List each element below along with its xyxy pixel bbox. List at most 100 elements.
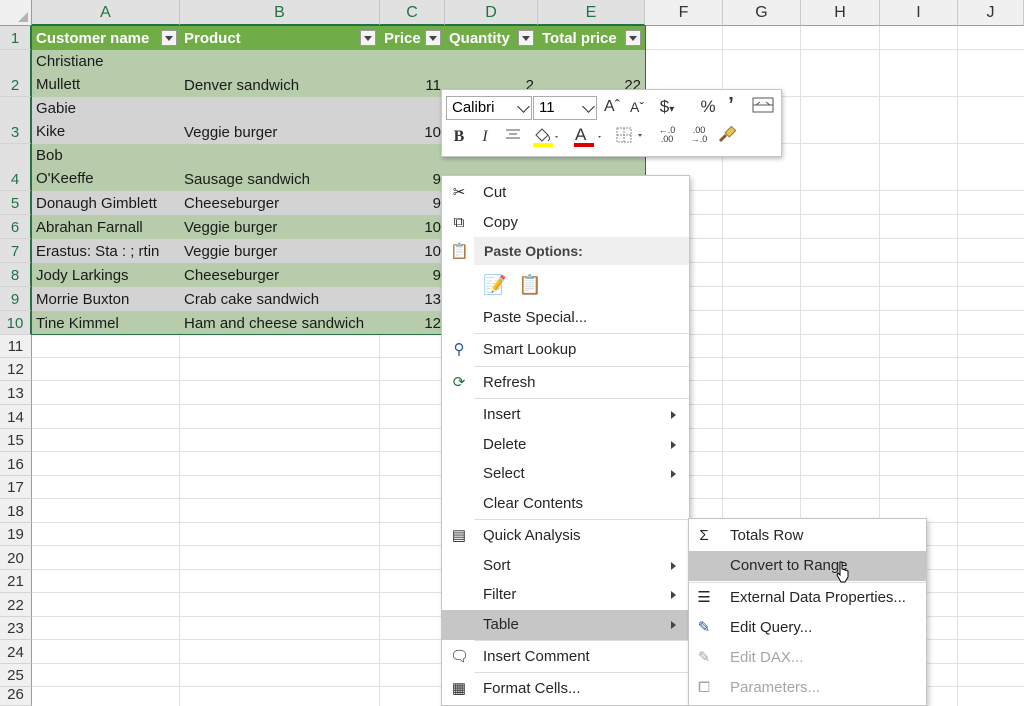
cell-product[interactable]: Veggie burger — [180, 215, 380, 239]
menu-item-table[interactable]: Table — [442, 610, 689, 640]
font-name-box[interactable]: Calibri — [446, 96, 532, 120]
column-header-b[interactable]: B — [180, 0, 380, 26]
menu-item-quick-analysis[interactable]: ▤ Quick Analysis — [442, 521, 689, 551]
row-header-21[interactable]: 21 — [0, 570, 32, 593]
cell-price[interactable]: 11 — [380, 50, 445, 97]
cell-customer-name[interactable]: Morrie Buxton — [32, 287, 180, 311]
cell-price[interactable]: 10 — [380, 239, 445, 263]
paste-values-icon[interactable]: 📋 — [518, 273, 542, 297]
row-header-26[interactable]: 26 — [0, 686, 32, 706]
menu-item-format-cells[interactable]: ▦ Format Cells... — [442, 674, 689, 704]
row-header-3[interactable]: 3 — [0, 97, 32, 144]
currency-format-button[interactable]: $▾ — [654, 96, 680, 121]
comma-style-button[interactable]: ’ — [724, 94, 738, 116]
menu-item-sort[interactable]: Sort — [442, 551, 689, 581]
select-all-corner[interactable] — [0, 0, 32, 26]
increase-decimal-button[interactable]: ←.0 .00 — [654, 126, 680, 144]
menu-item-clear-contents[interactable]: Clear Contents — [442, 489, 689, 519]
row-header-7[interactable]: 7 — [0, 239, 32, 263]
filter-dropdown-button[interactable] — [425, 30, 441, 46]
menu-item-insert[interactable]: Insert — [442, 400, 689, 430]
menu-item-cut[interactable]: ✂ Cut — [442, 178, 689, 208]
format-painter-button[interactable] — [716, 125, 738, 151]
align-center-button[interactable] — [502, 126, 524, 149]
cell-product[interactable]: Sausage sandwich — [180, 144, 380, 191]
font-color-button[interactable]: A — [573, 124, 605, 155]
row-header-24[interactable]: 24 — [0, 640, 32, 664]
submenu-item-external-data-properties[interactable]: ☰ External Data Properties... — [689, 583, 926, 613]
row-header-10[interactable]: 10 — [0, 311, 32, 335]
cell-product[interactable]: Veggie burger — [180, 239, 380, 263]
cell-price[interactable]: 13 — [380, 287, 445, 311]
menu-item-copy[interactable]: ⧉ Copy — [442, 208, 689, 238]
menu-item-smart-lookup[interactable]: ⚲ Smart Lookup — [442, 335, 689, 365]
bold-button[interactable]: B — [450, 126, 468, 148]
cell-customer-name[interactable]: Abrahan Farnall — [32, 215, 180, 239]
menu-item-select[interactable]: Select — [442, 459, 689, 489]
row-header-18[interactable]: 18 — [0, 499, 32, 523]
row-header-5[interactable]: 5 — [0, 191, 32, 215]
row-header-14[interactable]: 14 — [0, 405, 32, 429]
row-header-25[interactable]: 25 — [0, 664, 32, 687]
cell-customer-name[interactable]: Tine Kimmel — [32, 311, 180, 335]
column-header-j[interactable]: J — [958, 0, 1024, 26]
row-header-16[interactable]: 16 — [0, 452, 32, 476]
cell-customer-name[interactable]: Erastus: Sta : ; rtin — [32, 239, 180, 263]
menu-item-insert-comment[interactable]: 🗨 Insert Comment — [442, 642, 689, 672]
row-header-6[interactable]: 6 — [0, 215, 32, 239]
row-header-13[interactable]: 13 — [0, 381, 32, 405]
filter-dropdown-button[interactable] — [360, 30, 376, 46]
cell-price[interactable]: 9 — [380, 263, 445, 287]
submenu-item-edit-query[interactable]: ✎ Edit Query... — [689, 613, 926, 643]
cell-customer-name[interactable]: Bob O'Keeffe — [32, 144, 180, 191]
shrink-font-button[interactable]: Aˇ — [628, 96, 646, 118]
row-header-9[interactable]: 9 — [0, 287, 32, 311]
column-header-f[interactable]: F — [645, 0, 723, 26]
cell-product[interactable]: Veggie burger — [180, 97, 380, 144]
row-header-22[interactable]: 22 — [0, 593, 32, 617]
filter-dropdown-button[interactable] — [161, 30, 177, 46]
submenu-item-totals-row[interactable]: Σ Totals Row — [689, 521, 926, 551]
decrease-decimal-button[interactable]: .00 →.0 — [686, 126, 712, 144]
row-header-15[interactable]: 15 — [0, 429, 32, 452]
font-size-box[interactable]: 11 — [533, 96, 597, 120]
paste-keep-formatting-icon[interactable]: 📝 — [483, 273, 507, 297]
filter-dropdown-button[interactable] — [625, 30, 641, 46]
column-header-a[interactable]: A — [32, 0, 180, 26]
row-header-8[interactable]: 8 — [0, 263, 32, 287]
column-header-c[interactable]: C — [380, 0, 445, 26]
menu-item-paste-special[interactable]: Paste Special... — [442, 303, 689, 333]
percent-style-button[interactable]: % — [698, 96, 718, 118]
filter-dropdown-button[interactable] — [518, 30, 534, 46]
cell-customer-name[interactable]: Donaugh Gimblett — [32, 191, 180, 215]
cell-product[interactable]: Cheeseburger — [180, 263, 380, 287]
row-header-2[interactable]: 2 — [0, 50, 32, 97]
row-header-11[interactable]: 11 — [0, 335, 32, 358]
menu-item-filter[interactable]: Filter — [442, 580, 689, 610]
cell-price[interactable]: 12 — [380, 311, 445, 335]
column-header-i[interactable]: I — [880, 0, 958, 26]
merge-center-button[interactable] — [751, 96, 775, 121]
row-header-20[interactable]: 20 — [0, 546, 32, 570]
row-header-23[interactable]: 23 — [0, 617, 32, 640]
row-header-4[interactable]: 4 — [0, 144, 32, 191]
row-header-17[interactable]: 17 — [0, 476, 32, 499]
row-header-12[interactable]: 12 — [0, 358, 32, 381]
column-header-h[interactable]: H — [801, 0, 880, 26]
italic-button[interactable]: I — [478, 126, 492, 148]
header-customer-name[interactable]: Customer name — [32, 26, 180, 50]
row-header-1[interactable]: 1 — [0, 26, 32, 50]
cell-customer-name[interactable]: Christiane Mullett — [32, 50, 180, 97]
menu-item-delete[interactable]: Delete — [442, 430, 689, 460]
cell-price[interactable]: 9 — [380, 144, 445, 191]
cell-product[interactable]: Cheeseburger — [180, 191, 380, 215]
menu-item-refresh[interactable]: ⟳ Refresh — [442, 368, 689, 398]
cell-product[interactable]: Denver sandwich — [180, 50, 380, 97]
borders-button[interactable] — [616, 126, 648, 151]
grow-font-button[interactable]: Aˆ — [603, 96, 621, 118]
cell-product[interactable]: Ham and cheese sandwich — [180, 311, 380, 335]
row-header-19[interactable]: 19 — [0, 523, 32, 546]
cell-price[interactable]: 9 — [380, 191, 445, 215]
cell-price[interactable]: 10 — [380, 97, 445, 144]
cell-product[interactable]: Crab cake sandwich — [180, 287, 380, 311]
